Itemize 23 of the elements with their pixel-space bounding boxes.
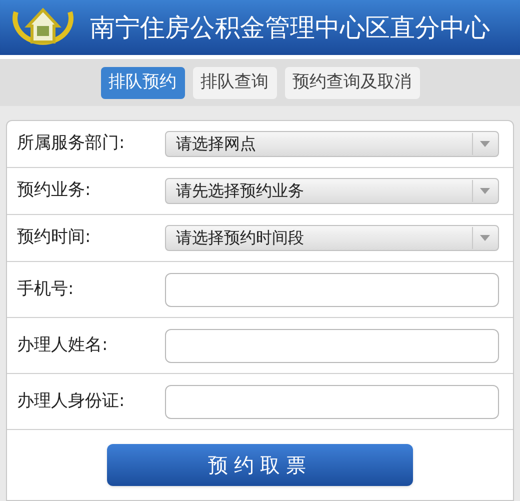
caret-icon xyxy=(480,141,490,147)
tab[interactable]: 预约查询及取消 xyxy=(284,66,420,98)
field-label: 办理人姓名: xyxy=(17,334,109,357)
input-field[interactable] xyxy=(165,384,499,418)
dropdown-value: 请先选择预约业务 xyxy=(175,180,305,202)
input-field[interactable] xyxy=(165,272,499,306)
field-label: 预约时间: xyxy=(17,226,92,250)
tab[interactable]: 排队查询 xyxy=(192,66,276,98)
dropdown-value: 请选择预约时间段 xyxy=(175,227,305,249)
field-label: 所属服务部门: xyxy=(17,132,126,156)
header-title: 南宁住房公积金管理中心区直分中心 xyxy=(90,12,490,44)
field-label: 办理人身份证: xyxy=(17,390,126,413)
caret-icon xyxy=(480,188,490,194)
caret-icon xyxy=(480,235,490,241)
dropdown-field[interactable]: 请先选择预约业务 xyxy=(165,178,499,204)
dropdown-field[interactable]: 请选择网点 xyxy=(165,131,499,157)
field-label: 预约业务: xyxy=(17,179,92,202)
tab[interactable]: 排队预约 xyxy=(100,66,184,98)
input-field[interactable] xyxy=(165,328,499,362)
submit-button[interactable]: 预约取票 xyxy=(107,444,413,486)
field-label: 手机号: xyxy=(17,278,75,301)
dropdown-field[interactable]: 请选择预约时间段 xyxy=(165,225,499,251)
dropdown-value: 请选择网点 xyxy=(175,133,257,155)
